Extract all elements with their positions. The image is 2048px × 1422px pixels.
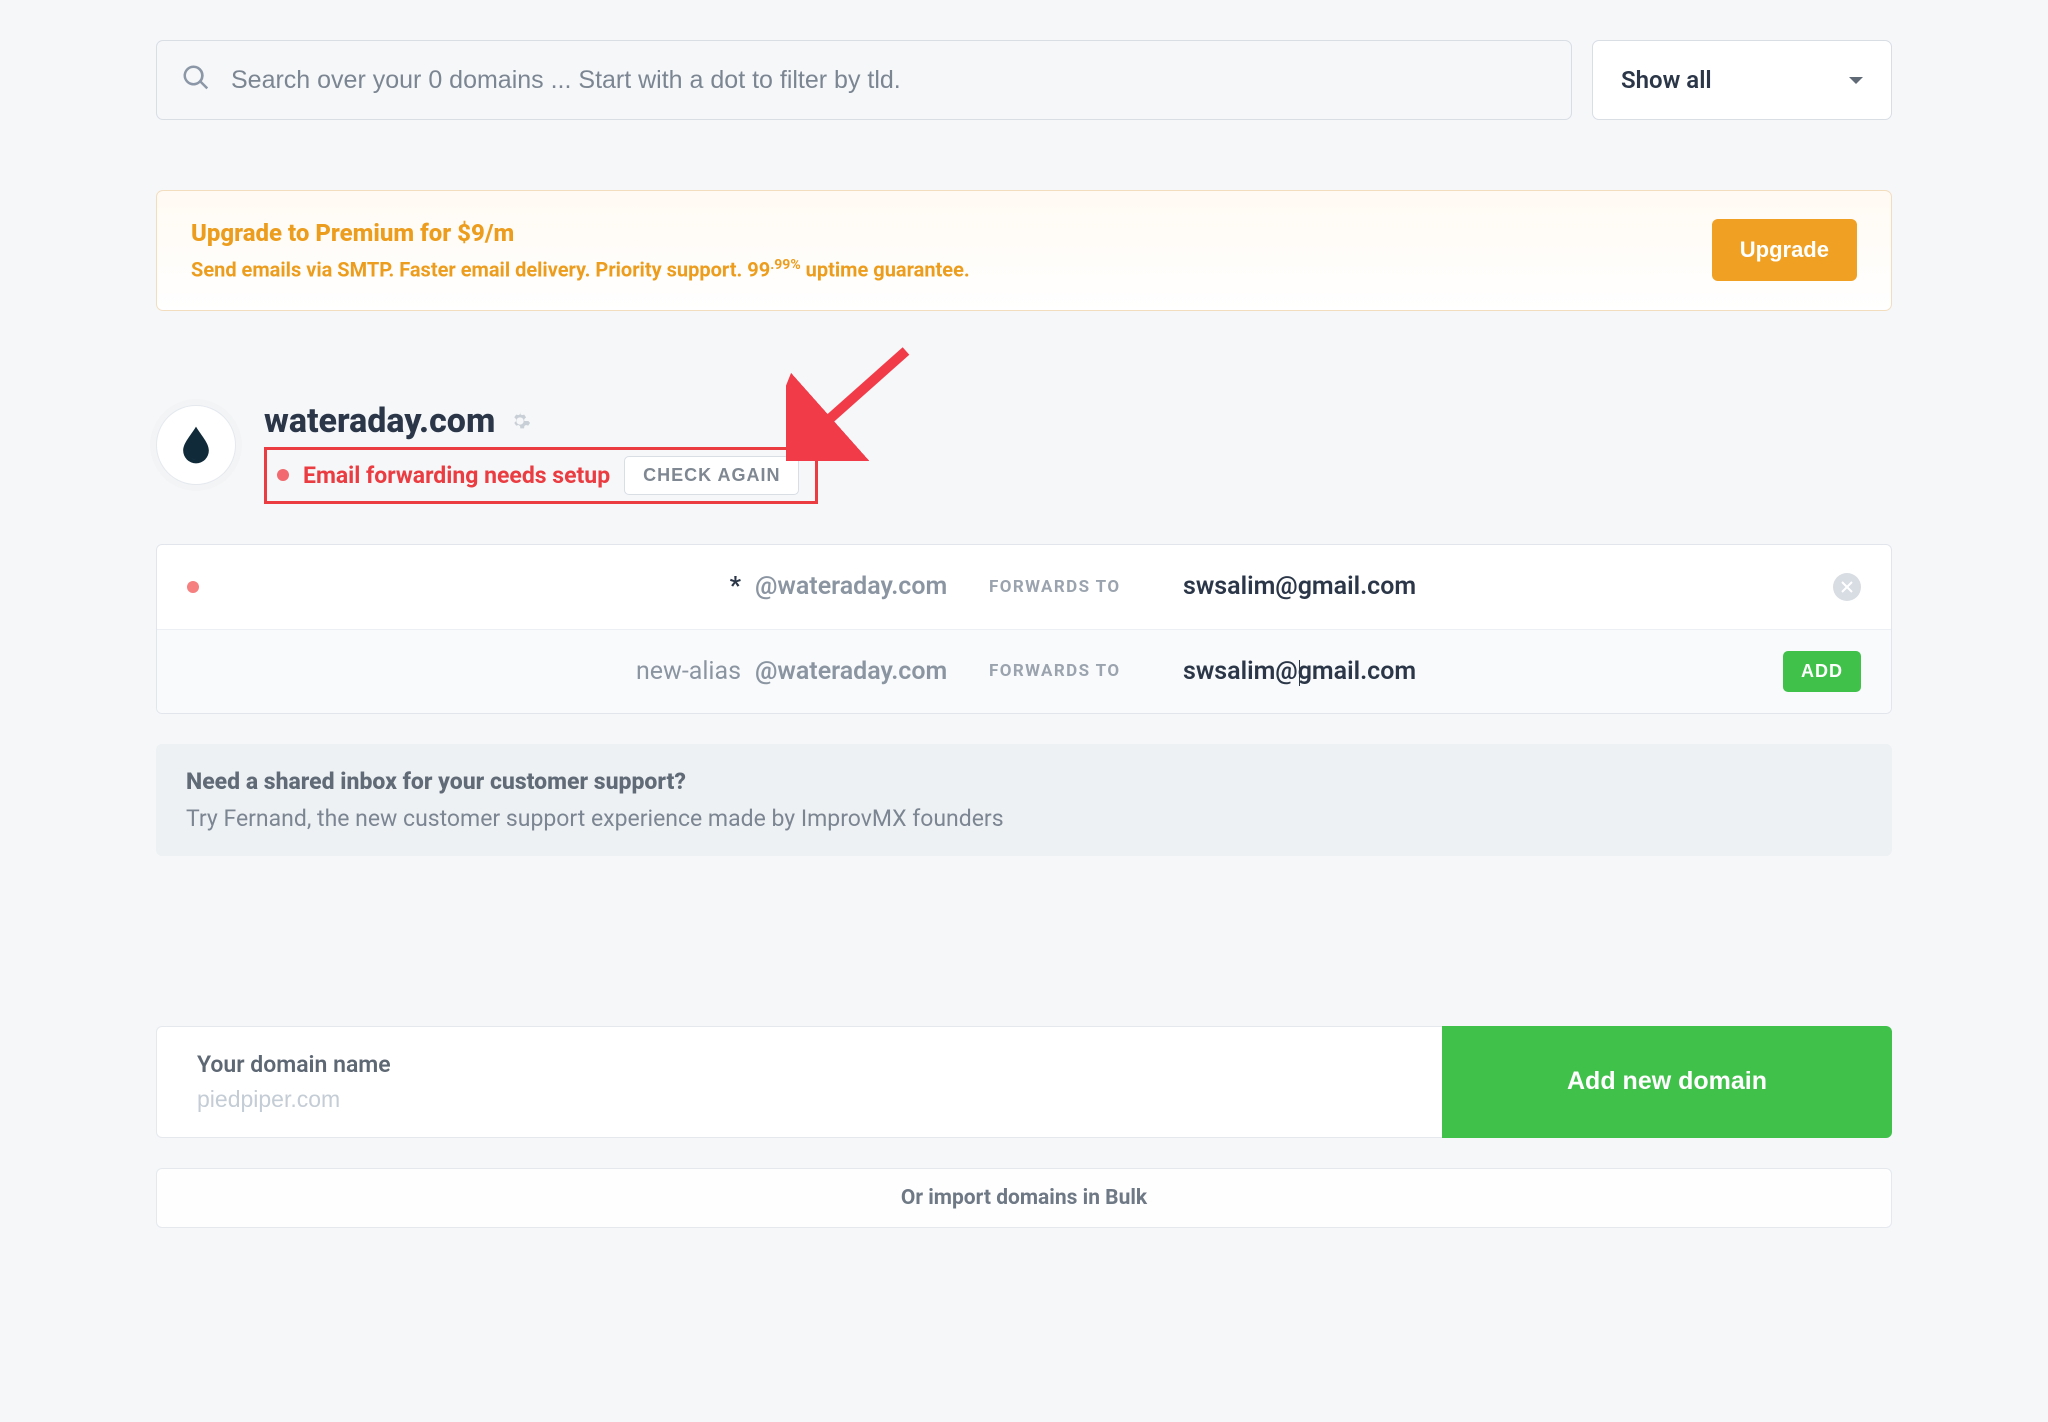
upgrade-subtitle: Send emails via SMTP. Faster email deliv… <box>191 257 1712 282</box>
alias-domain-suffix: @wateraday.com <box>755 657 975 686</box>
domain-avatar <box>156 405 236 485</box>
add-domain-label: Your domain name <box>197 1051 1402 1078</box>
forwards-to-label: FORWARDS TO <box>989 661 1169 681</box>
upgrade-banner: Upgrade to Premium for $9/m Send emails … <box>156 190 1892 311</box>
upgrade-button[interactable]: Upgrade <box>1712 219 1857 281</box>
add-domain-input[interactable] <box>197 1086 1402 1113</box>
add-domain-row: Your domain name Add new domain <box>156 1026 1892 1138</box>
check-again-button[interactable]: CHECK AGAIN <box>624 456 799 495</box>
status-text: Email forwarding needs setup <box>303 462 610 489</box>
filter-select[interactable]: Show all <box>1592 40 1892 120</box>
status-box: Email forwarding needs setup CHECK AGAIN <box>264 447 818 504</box>
search-icon <box>181 63 231 97</box>
alias-table: * @wateraday.com FORWARDS TO swsalim@gma… <box>156 544 1892 714</box>
alias-target-input[interactable]: swsalim@gmail.com <box>1183 657 1747 686</box>
domain-name[interactable]: wateraday.com <box>264 401 495 441</box>
domain-section: wateraday.com Email forwarding needs set… <box>156 401 1892 1228</box>
droplet-icon <box>174 423 218 467</box>
status-dot-icon <box>277 469 289 481</box>
upgrade-title: Upgrade to Premium for $9/m <box>191 219 1712 247</box>
alias-row-new: new-alias @wateraday.com FORWARDS TO sws… <box>157 629 1891 713</box>
promo-question: Need a shared inbox for your customer su… <box>186 768 1862 795</box>
add-domain-button[interactable]: Add new domain <box>1442 1026 1892 1138</box>
forwards-to-label: FORWARDS TO <box>989 577 1169 597</box>
alias-row: * @wateraday.com FORWARDS TO swsalim@gma… <box>157 545 1891 629</box>
fernand-promo[interactable]: Need a shared inbox for your customer su… <box>156 744 1892 856</box>
search-box[interactable] <box>156 40 1572 120</box>
alias-name-input[interactable]: new-alias <box>261 657 741 686</box>
remove-alias-button[interactable] <box>1833 573 1861 601</box>
alias-name[interactable]: * <box>261 572 741 601</box>
close-icon <box>1841 581 1853 593</box>
filter-selected: Show all <box>1621 66 1712 94</box>
search-input[interactable] <box>231 66 1547 95</box>
alias-target[interactable]: swsalim@gmail.com <box>1183 572 1747 601</box>
bulk-import-button[interactable]: Or import domains in Bulk <box>156 1168 1892 1228</box>
chevron-down-icon <box>1849 77 1863 84</box>
gear-icon[interactable] <box>509 410 531 432</box>
add-alias-button[interactable]: ADD <box>1783 651 1861 692</box>
promo-answer: Try Fernand, the new customer support ex… <box>186 805 1862 832</box>
status-dot-icon <box>187 581 199 593</box>
alias-domain-suffix: @wateraday.com <box>755 572 975 601</box>
